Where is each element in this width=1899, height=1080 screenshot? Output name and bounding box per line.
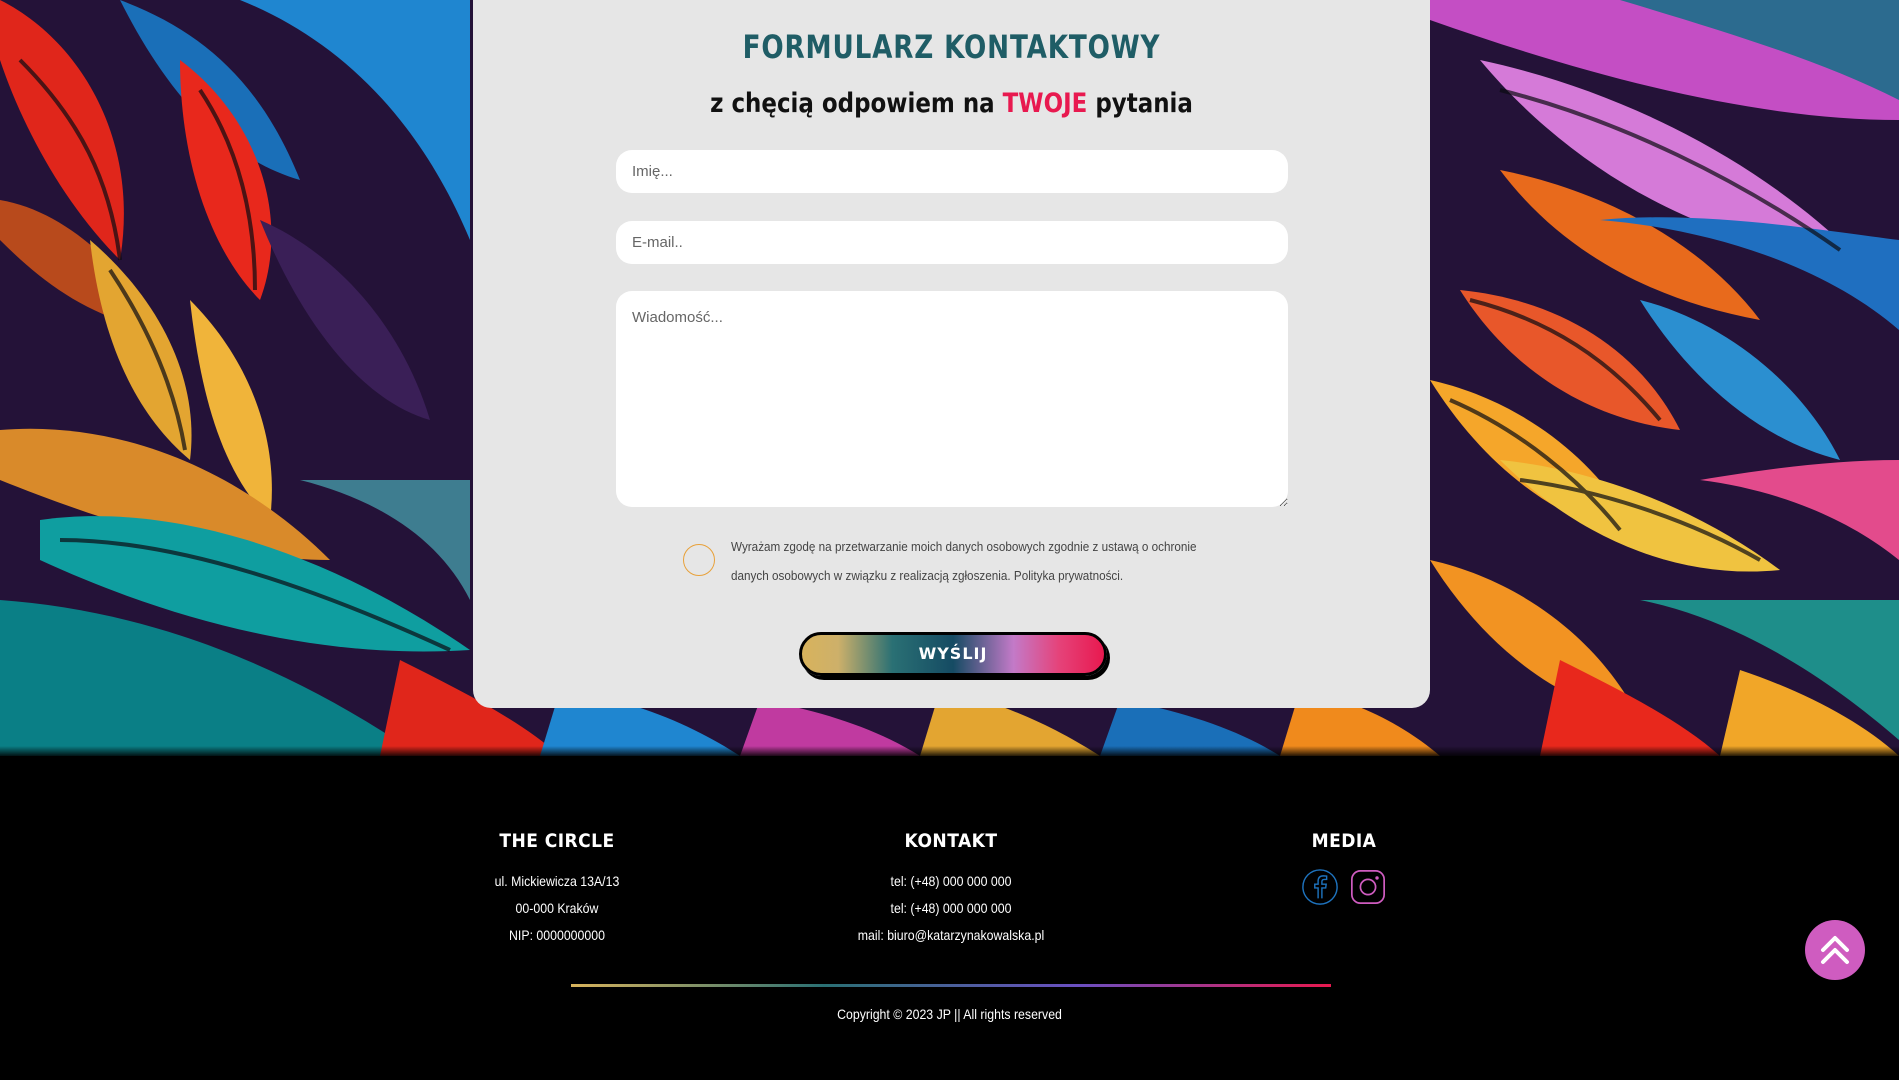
social-icons (1194, 868, 1494, 906)
consent-text: Wyrażam zgodę na przetwarzanie moich dan… (731, 539, 1197, 583)
footer-contact-column: KONTAKT tel: (+48) 000 000 000 tel: (+48… (801, 830, 1101, 949)
footer-divider (571, 984, 1331, 987)
form-title: FORMULARZ KONTAKTOWY (742, 28, 1161, 66)
copyright-text: Copyright © 2023 JP || All rights reserv… (837, 1006, 1062, 1022)
double-chevron-up-icon (1821, 936, 1849, 964)
footer-phone-2: tel: (+48) 000 000 000 (890, 900, 1012, 916)
footer-media-column: MEDIA (1194, 830, 1494, 906)
footer-media-heading: MEDIA (1311, 830, 1377, 852)
hero-bottom-fade (0, 746, 1899, 756)
submit-button[interactable]: WYŚLIJ (799, 632, 1107, 676)
footer-phone-1: tel: (+48) 000 000 000 (890, 873, 1012, 889)
form-subtitle: z chęcią odpowiem na TWOJE pytania (545, 88, 1358, 119)
message-textarea[interactable] (616, 291, 1288, 507)
footer-email: mail: biuro@katarzynakowalska.pl (857, 927, 1045, 943)
consent-radio[interactable] (683, 544, 715, 576)
subtitle-text-before: z chęcią odpowiem na (710, 88, 1003, 119)
instagram-icon[interactable] (1349, 868, 1387, 906)
footer: THE CIRCLE ul. Mickiewicza 13A/13 00-000… (0, 756, 1899, 1080)
footer-nip: NIP: 0000000000 (509, 927, 605, 943)
footer-address-line1: ul. Mickiewicza 13A/13 (494, 873, 620, 889)
subtitle-accent: TWOJE (1002, 88, 1088, 119)
footer-company-heading: THE CIRCLE (499, 830, 615, 852)
footer-address-line2: 00-000 Kraków (515, 900, 599, 916)
contact-form-card: FORMULARZ KONTAKTOWY z chęcią odpowiem n… (473, 0, 1430, 708)
footer-contact-heading: KONTAKT (904, 830, 998, 852)
name-input[interactable] (616, 150, 1288, 193)
facebook-icon[interactable] (1301, 868, 1339, 906)
email-input[interactable] (616, 221, 1288, 264)
scroll-to-top-button[interactable] (1805, 920, 1865, 980)
footer-company-column: THE CIRCLE ul. Mickiewicza 13A/13 00-000… (407, 830, 707, 949)
subtitle-text-after: pytania (1087, 88, 1193, 119)
